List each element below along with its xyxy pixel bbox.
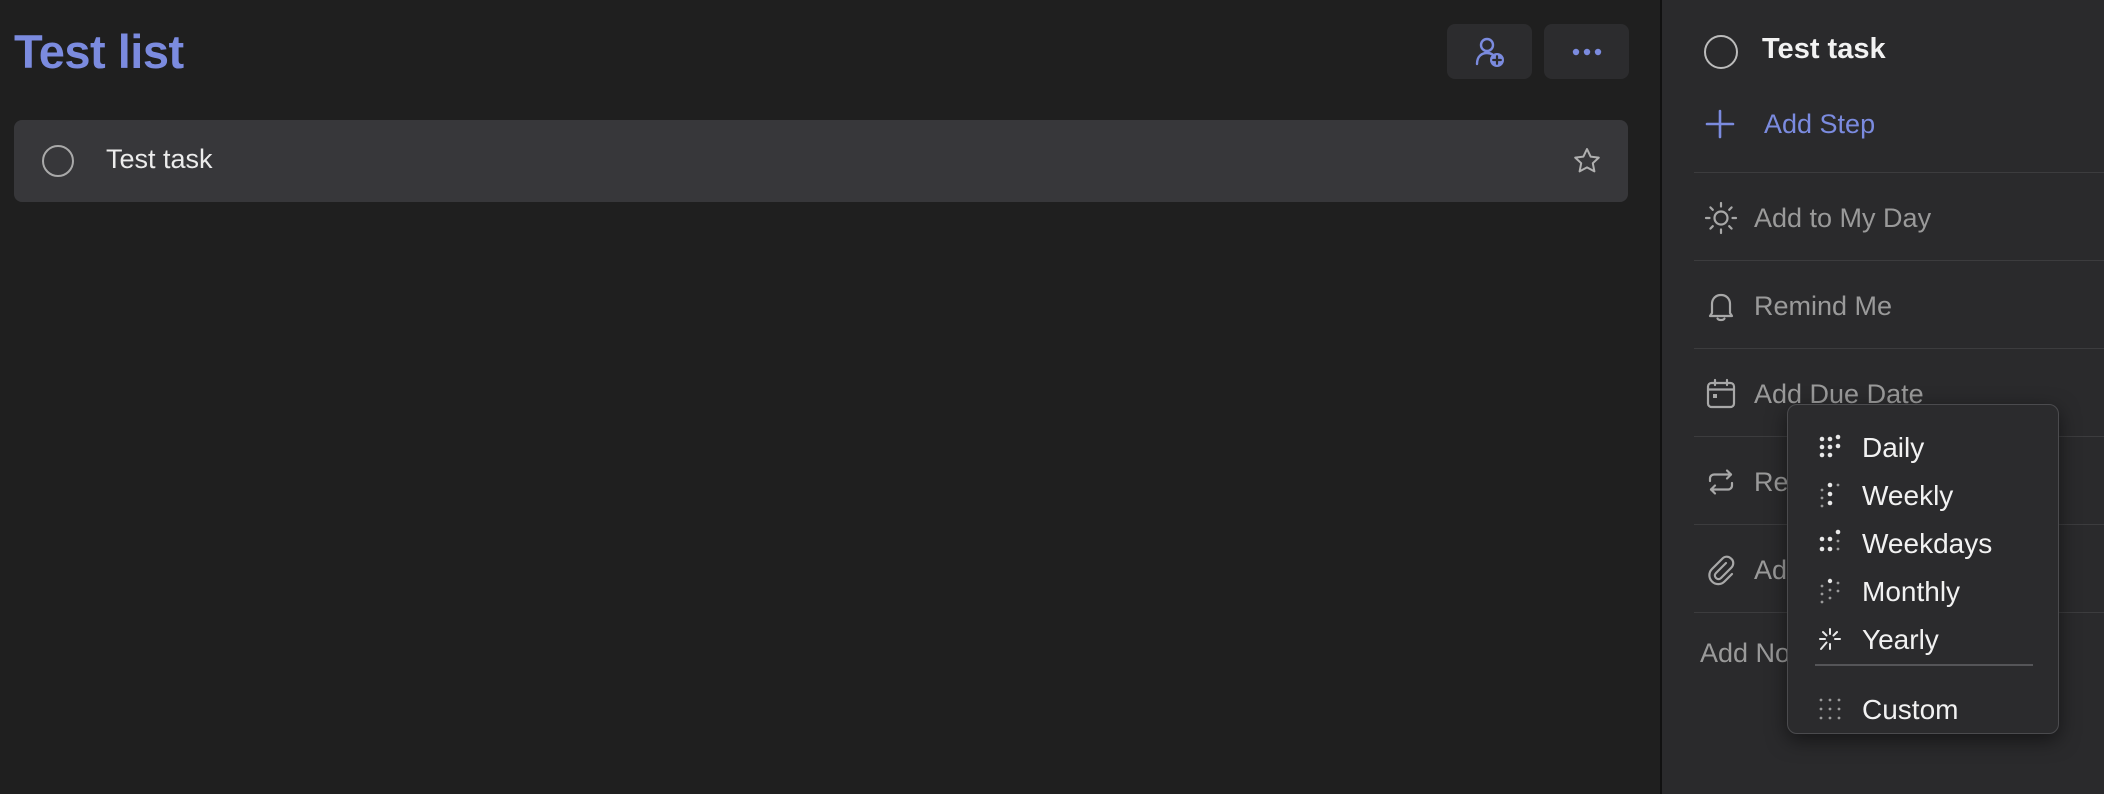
yearly-sparkle-icon	[1819, 628, 1841, 650]
repeat-weekdays-label: Weekdays	[1862, 528, 1993, 559]
add-to-my-day-label: Add to My Day	[1754, 203, 1932, 233]
repeat-menu: Daily Weekly Weekdays Monthly Yearly Cus…	[1787, 404, 2059, 734]
repeat-daily-label: Daily	[1862, 432, 1925, 463]
repeat-daily-option[interactable]: Daily	[1788, 423, 2058, 469]
repeat-monthly-label: Monthly	[1862, 576, 1961, 607]
bell-icon	[1708, 293, 1734, 322]
monthly-dots-icon	[1820, 578, 1840, 604]
repeat-label: Re	[1754, 467, 1789, 497]
repeat-yearly-label: Yearly	[1862, 624, 1939, 655]
repeat-weekdays-option[interactable]: Weekdays	[1788, 519, 2058, 565]
repeat-icon	[1708, 469, 1734, 495]
add-to-my-day-button[interactable]: Add to My Day	[1694, 172, 2104, 260]
menu-divider	[1815, 664, 2033, 666]
repeat-custom-option[interactable]: Custom	[1788, 685, 2058, 731]
repeat-custom-label: Custom	[1862, 694, 1959, 725]
detail-task-title[interactable]: Test task	[1762, 33, 1886, 66]
repeat-weekly-option[interactable]: Weekly	[1788, 471, 2058, 517]
detail-complete-checkbox[interactable]	[1704, 35, 1738, 69]
more-dots-icon	[1572, 48, 1601, 55]
add-note-field[interactable]: Add No	[1700, 638, 1790, 669]
task-row[interactable]: Test task	[14, 120, 1628, 202]
remind-me-button[interactable]: Remind Me	[1694, 260, 2104, 348]
paperclip-icon	[1708, 555, 1735, 586]
add-file-label: Ad	[1754, 555, 1788, 585]
share-list-button[interactable]	[1447, 24, 1532, 79]
list-pane: Test list Test task	[0, 0, 1660, 794]
add-step-label: Add Step	[1764, 108, 1876, 139]
remind-me-label: Remind Me	[1754, 291, 1893, 321]
task-title: Test task	[106, 144, 213, 174]
weekly-dots-icon	[1820, 482, 1840, 508]
daily-dots-icon	[1819, 434, 1841, 458]
plus-icon	[1705, 109, 1735, 139]
star-icon[interactable]	[1572, 146, 1602, 176]
calendar-icon	[1706, 378, 1736, 409]
list-title: Test list	[14, 25, 184, 78]
person-add-icon	[1475, 37, 1504, 67]
repeat-weekly-label: Weekly	[1862, 480, 1954, 511]
more-options-button[interactable]	[1544, 24, 1629, 79]
weekdays-dots-icon	[1819, 529, 1841, 552]
custom-grid-icon	[1819, 698, 1841, 720]
complete-task-checkbox[interactable]	[42, 145, 74, 177]
add-step-button[interactable]: Add Step	[1704, 108, 1875, 140]
sun-icon	[1704, 201, 1738, 235]
repeat-yearly-option[interactable]: Yearly	[1788, 615, 2058, 661]
repeat-monthly-option[interactable]: Monthly	[1788, 567, 2058, 613]
app-window: Test list Test task Test task Add Step A…	[0, 0, 2104, 794]
